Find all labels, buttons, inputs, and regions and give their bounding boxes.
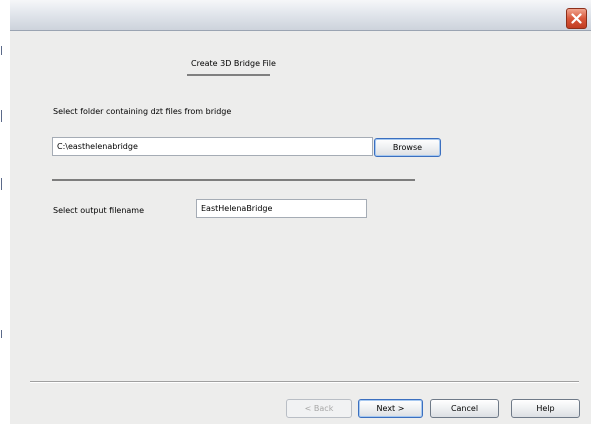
edge-mark	[1, 110, 2, 122]
edge-mark	[1, 178, 2, 190]
back-button[interactable]: < Back	[286, 399, 352, 418]
folder-label: Select folder containing dzt files from …	[53, 107, 232, 116]
next-button[interactable]: Next >	[358, 399, 423, 418]
page-title: Create 3D Bridge File	[191, 59, 276, 68]
help-button[interactable]: Help	[511, 399, 580, 418]
close-icon	[571, 13, 582, 24]
wizard-dialog: Create 3D Bridge File Select folder cont…	[10, 31, 591, 424]
output-filename-label: Select output filename	[53, 206, 145, 215]
title-bar[interactable]	[10, 0, 591, 31]
edge-mark	[1, 330, 2, 338]
title-underline	[187, 74, 270, 76]
edge-mark	[1, 46, 2, 55]
section-divider	[52, 179, 415, 181]
output-filename-input[interactable]	[196, 199, 367, 218]
close-button[interactable]	[566, 8, 587, 29]
footer-divider	[30, 381, 579, 382]
browse-button[interactable]: Browse	[374, 138, 441, 157]
folder-path-input[interactable]	[52, 137, 373, 156]
screen-edge	[0, 0, 10, 424]
cancel-button[interactable]: Cancel	[430, 399, 499, 418]
